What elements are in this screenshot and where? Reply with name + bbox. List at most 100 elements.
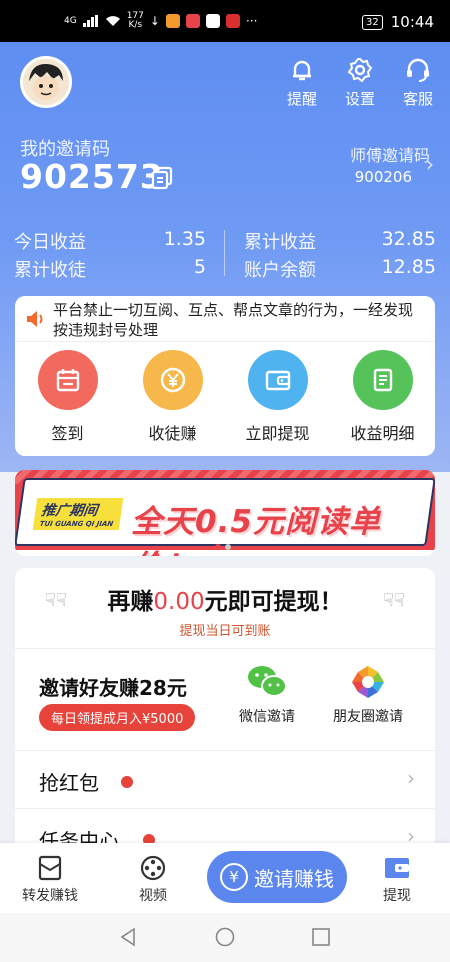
master-invite[interactable]: 师傅邀请码 900206 › <box>349 142 434 186</box>
divider <box>15 750 435 751</box>
status-bar: 4G 177 K/s ↓ ··· 32 10:44 <box>0 0 450 42</box>
carousel-dot[interactable] <box>225 544 231 550</box>
banner-title: 全天0.5元阅读单价！ <box>131 504 381 556</box>
stats-panel: 今日收益 1.35 累计收徒 5 累计收益 32.85 账户余额 12.85 <box>14 228 436 281</box>
withdraw-amount: 0.00 <box>153 589 205 615</box>
master-invite-code: 900206 <box>354 168 412 186</box>
my-invite-code: 902573 <box>20 157 164 196</box>
stats-divider <box>224 230 225 276</box>
net-speed: 177 K/s <box>127 12 144 30</box>
gear-icon <box>347 58 373 83</box>
pointing-hand-icon: ☟☟ <box>383 590 405 611</box>
tab-withdraw-label: 提现 <box>383 888 411 904</box>
tab-video[interactable]: 视频 <box>139 855 167 905</box>
avatar[interactable] <box>20 56 72 108</box>
total-disciples-label: 累计收徒 <box>14 260 86 281</box>
status-right: 32 10:44 <box>362 13 434 31</box>
wechat-icon <box>248 666 287 697</box>
income-detail-button[interactable]: 收益明细 <box>330 350 435 444</box>
tab-forward-earn[interactable]: 转发赚钱 <box>22 855 78 905</box>
chevron-right-icon: › <box>426 152 434 176</box>
battery-icon: 32 <box>362 14 383 30</box>
download-icon: ↓ <box>149 14 160 28</box>
yen-coin-icon: ¥ <box>220 863 248 891</box>
header-actions: 提醒 设置 客服 <box>282 56 438 109</box>
invite-earn-button[interactable]: ¥ 邀请赚钱 <box>207 851 347 903</box>
speed-unit: K/s <box>128 20 143 30</box>
checkin-button[interactable]: 签到 <box>15 350 120 444</box>
today-income-label: 今日收益 <box>14 232 86 253</box>
checkin-circle <box>37 350 98 410</box>
carousel-dots <box>215 544 231 550</box>
notice-bar: 平台禁止一切互阅、互点、帮点文章的行为，一经发现按违规封号处理 <box>15 296 435 342</box>
invite-badge: 每日领提成月入¥5000 <box>39 704 196 731</box>
network-label: 4G <box>64 16 77 26</box>
tab-withdraw[interactable]: 提现 <box>383 855 411 905</box>
more-notifs: ··· <box>245 14 258 28</box>
yen-coin-icon <box>160 367 185 393</box>
carousel-dot[interactable] <box>215 544 221 550</box>
support-label: 客服 <box>402 90 433 108</box>
clock: 10:44 <box>390 13 434 31</box>
back-icon[interactable] <box>118 927 138 947</box>
wifi-icon <box>105 16 120 26</box>
balance-label: 账户余额 <box>244 260 316 281</box>
support-button[interactable]: 客服 <box>398 56 438 109</box>
list-item-label: 抢红包 <box>39 771 99 795</box>
red-dot-badge <box>121 776 133 788</box>
recruit-circle <box>142 350 203 410</box>
promo-badge: 推广期间 TUI GUANG QI JIAN <box>32 498 123 530</box>
signal-icon <box>82 15 98 27</box>
invite-earn-label: 邀请赚钱 <box>254 866 334 891</box>
moments-invite-label: 朋友圈邀请 <box>333 709 403 725</box>
master-invite-label: 师傅邀请码 <box>349 146 430 165</box>
moments-invite-button[interactable]: 朋友圈邀请 <box>333 662 403 726</box>
wallet-icon <box>265 370 290 391</box>
moments-icon <box>352 666 384 698</box>
recruit-button[interactable]: 收徒赚 <box>120 350 225 444</box>
promo-badge-pinyin: TUI GUANG QI JIAN <box>39 520 114 528</box>
withdraw-now-button[interactable]: 立即提现 <box>225 350 330 444</box>
list-item-red-packet[interactable]: 抢红包 › <box>15 752 435 808</box>
avatar-image <box>23 59 69 105</box>
promo-badge-text: 推广期间 <box>40 503 99 519</box>
divider <box>15 648 435 649</box>
withdraw-subtitle: 提现当日可到账 <box>179 624 271 639</box>
wechat-notif-icon <box>205 14 220 28</box>
chevron-right-icon: › <box>407 766 415 790</box>
withdraw-suffix: 元即可提现！ <box>204 589 343 615</box>
wechat-invite-button[interactable]: 微信邀请 <box>239 662 295 726</box>
today-income-value: 1.35 <box>163 228 206 250</box>
settings-label: 设置 <box>344 90 375 108</box>
earn-card: ☟☟ 再赚0.00元即可提现！ ☟☟ 提现当日可到账 邀请好友赚28元 每日领提… <box>15 568 435 858</box>
action-grid: 签到 收徒赚 立即提现 收益明细 <box>15 350 435 444</box>
document-icon <box>373 368 392 392</box>
quick-actions-card: 平台禁止一切互阅、互点、帮点文章的行为，一经发现按违规封号处理 签到 收徒赚 立… <box>15 296 435 456</box>
tab-video-label: 视频 <box>139 888 167 904</box>
notice-text: 平台禁止一切互阅、互点、帮点文章的行为，一经发现按违规封号处理 <box>53 301 414 339</box>
income-detail-circle <box>352 350 413 410</box>
settings-button[interactable]: 设置 <box>340 56 380 109</box>
speaker-icon <box>27 311 43 327</box>
reminder-button[interactable]: 提醒 <box>282 56 322 109</box>
status-left: 4G 177 K/s ↓ ··· <box>64 12 257 30</box>
balance-value: 12.85 <box>381 256 436 278</box>
app-notif-icon <box>225 14 240 28</box>
promo-banner[interactable]: 推广期间 TUI GUANG QI JIAN 全天0.5元阅读单价！ <box>15 470 435 556</box>
bell-icon <box>293 60 311 81</box>
invite-title: 邀请好友赚28元 <box>39 676 187 700</box>
divider <box>15 808 435 809</box>
recents-icon[interactable] <box>311 927 331 947</box>
home-icon[interactable] <box>215 927 235 947</box>
income-detail-label: 收益明细 <box>350 424 415 443</box>
total-income-value: 32.85 <box>381 228 436 250</box>
copy-icon[interactable] <box>150 166 174 194</box>
system-nav-bar <box>0 913 450 962</box>
envelope-icon <box>38 855 62 881</box>
today-income: 今日收益 1.35 <box>14 228 206 254</box>
withdraw-circle <box>247 350 308 410</box>
app-notif-icon <box>185 14 200 28</box>
total-income-label: 累计收益 <box>244 232 316 253</box>
withdraw-prefix: 再赚 <box>107 589 154 615</box>
film-reel-icon <box>140 855 166 881</box>
